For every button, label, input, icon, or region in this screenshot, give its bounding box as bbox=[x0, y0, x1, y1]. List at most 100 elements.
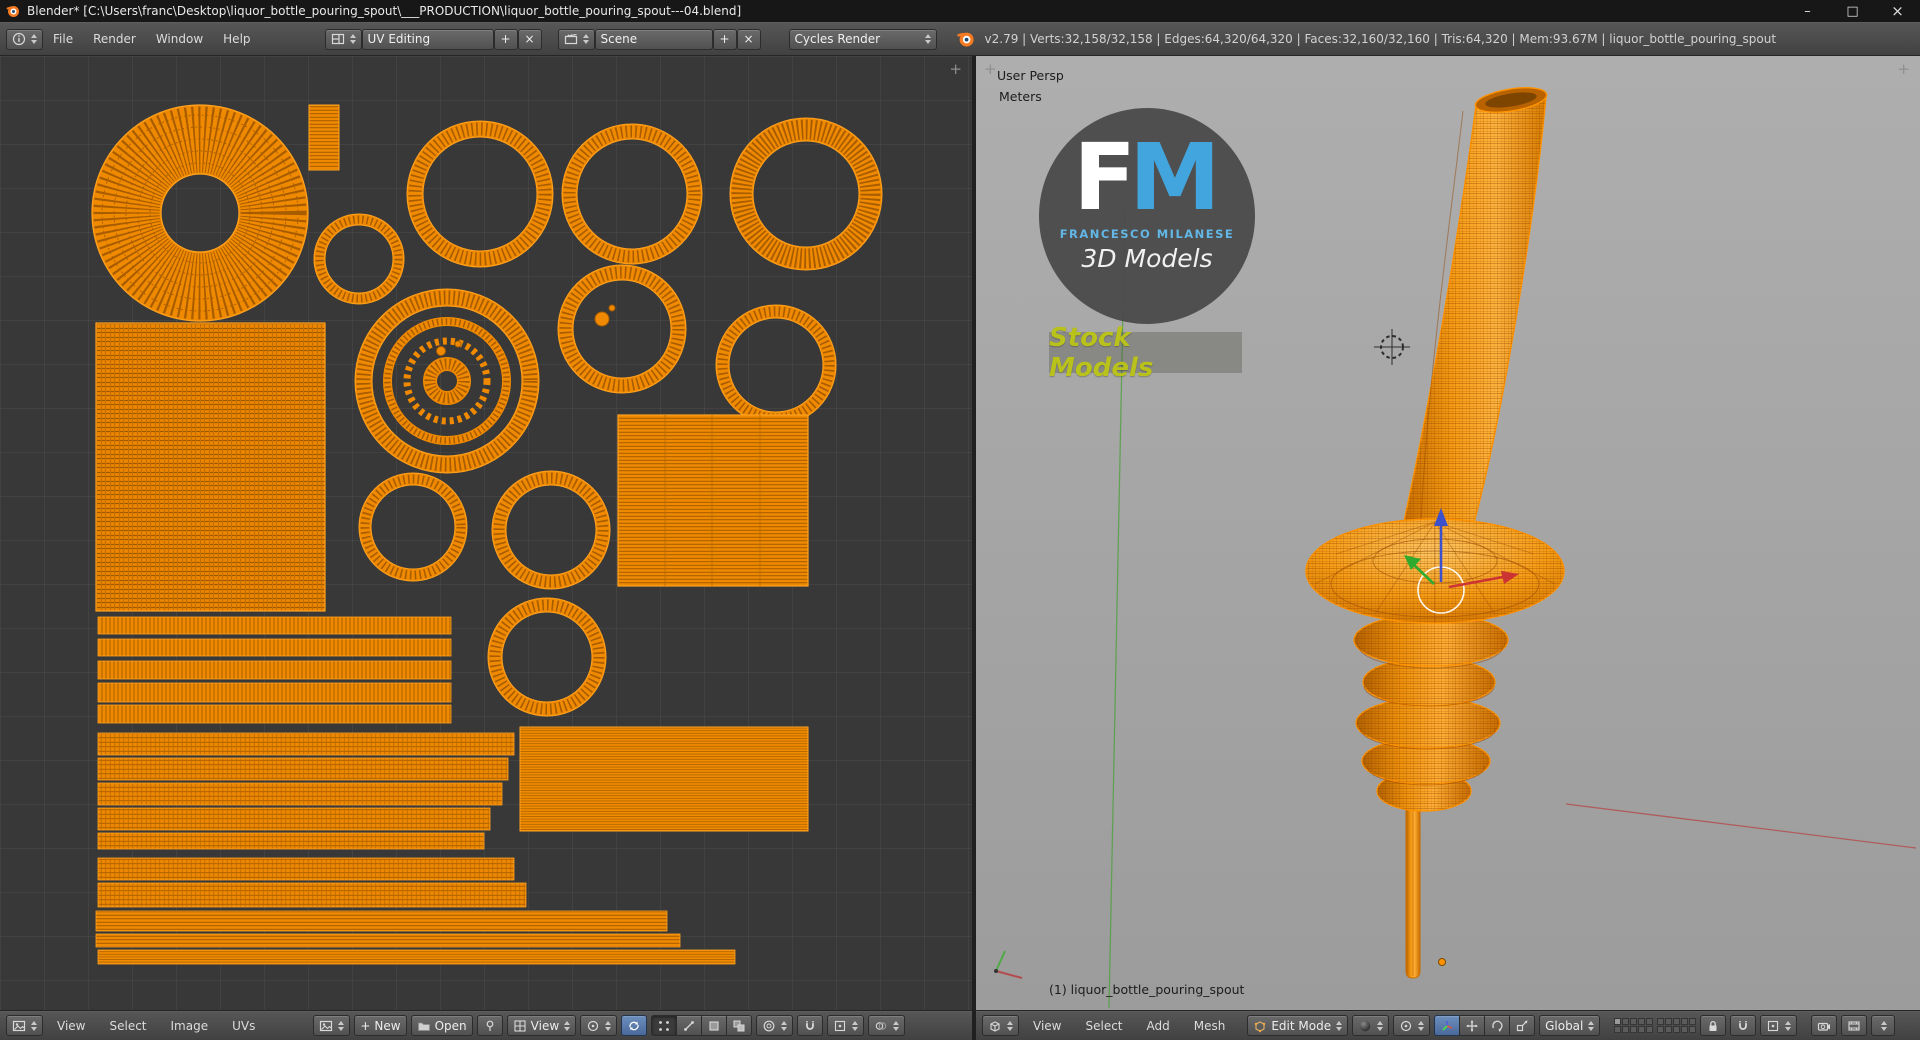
uv-island-ring[interactable] bbox=[491, 470, 611, 590]
uv-island-block[interactable] bbox=[519, 726, 809, 832]
viewport-header: View Select Add Mesh Edit Mode Global bbox=[976, 1010, 1920, 1040]
object-origin-dot bbox=[1438, 958, 1446, 966]
render-opengl-button[interactable] bbox=[1811, 1015, 1838, 1036]
maximize-button[interactable]: □ bbox=[1830, 0, 1875, 22]
expand-properties-icon[interactable]: + bbox=[1897, 62, 1910, 77]
open-image-button[interactable]: Open bbox=[410, 1015, 473, 1036]
uv-island-ring[interactable] bbox=[313, 213, 405, 305]
mode-dropdown[interactable]: Edit Mode bbox=[1247, 1015, 1349, 1036]
expand-toolbar-icon[interactable]: + bbox=[984, 62, 997, 77]
pivot-center-dropdown[interactable] bbox=[1393, 1015, 1431, 1036]
snap-toggle-button[interactable] bbox=[797, 1015, 824, 1036]
header-overflow-stepper[interactable] bbox=[1871, 1015, 1896, 1036]
uv-island-ring[interactable] bbox=[729, 117, 883, 271]
layers-widget-right[interactable] bbox=[1657, 1018, 1697, 1033]
uv-island-ring[interactable] bbox=[715, 304, 837, 426]
snap-element-dropdown[interactable] bbox=[827, 1015, 865, 1036]
uv-island-strip[interactable] bbox=[308, 104, 340, 171]
screen-layout-field[interactable]: UV Editing bbox=[361, 28, 494, 50]
window-title: Blender* [C:\Users\franc\Desktop\liquor_… bbox=[27, 4, 742, 18]
editor-type-button-info[interactable] bbox=[6, 28, 43, 50]
editing-context-dropdown[interactable]: View bbox=[506, 1015, 577, 1036]
manipulator-toggle-button[interactable] bbox=[1434, 1015, 1461, 1036]
vp-menu-view[interactable]: View bbox=[1023, 1011, 1071, 1040]
delete-layout-button[interactable]: × bbox=[517, 28, 542, 50]
uv-menu-uvs[interactable]: UVs bbox=[222, 1011, 265, 1040]
proportional-icon bbox=[763, 1020, 775, 1031]
uv-canvas[interactable] bbox=[0, 56, 976, 1010]
menu-render[interactable]: Render bbox=[83, 23, 146, 55]
scene-browse[interactable] bbox=[557, 28, 595, 50]
stepper-arrows bbox=[1588, 1020, 1595, 1031]
select-mode-vertex-button[interactable] bbox=[651, 1015, 678, 1036]
manipulator-translate-button[interactable] bbox=[1459, 1015, 1486, 1036]
lock-to-scene-button[interactable] bbox=[1700, 1015, 1727, 1036]
rotate-icon bbox=[1492, 1020, 1503, 1032]
pin-image-button[interactable] bbox=[476, 1015, 503, 1036]
vp-menu-add[interactable]: Add bbox=[1137, 1011, 1180, 1040]
uv-island-block[interactable] bbox=[95, 322, 326, 612]
menu-file[interactable]: File bbox=[43, 23, 83, 55]
orientation-dropdown[interactable]: Global bbox=[1539, 1015, 1601, 1036]
uv-island-bottom-bars[interactable] bbox=[95, 857, 736, 965]
uv-island-ring-dot[interactable] bbox=[557, 264, 687, 394]
uv-island-ring[interactable] bbox=[358, 472, 468, 582]
add-scene-button[interactable]: + bbox=[712, 28, 737, 50]
uv-island-ring[interactable] bbox=[561, 123, 703, 265]
select-mode-edge-button[interactable] bbox=[676, 1015, 703, 1036]
render-opengl-anim-button[interactable] bbox=[1841, 1015, 1868, 1036]
image-editor-icon bbox=[12, 1020, 26, 1031]
snap-toggle-button-3d[interactable] bbox=[1730, 1015, 1757, 1036]
screen-layout-browse[interactable] bbox=[324, 28, 362, 50]
editor-type-button-uv[interactable] bbox=[6, 1015, 43, 1036]
viewport-shading-dropdown[interactable] bbox=[1352, 1015, 1390, 1036]
stepper-arrows bbox=[338, 1020, 345, 1031]
image-browse-button[interactable] bbox=[313, 1015, 351, 1036]
vp-menu-select[interactable]: Select bbox=[1075, 1011, 1132, 1040]
uv-island-donut[interactable] bbox=[91, 104, 309, 322]
draw-channels-dropdown[interactable] bbox=[868, 1015, 906, 1036]
add-layout-button[interactable]: + bbox=[493, 28, 518, 50]
vp-menu-mesh[interactable]: Mesh bbox=[1184, 1011, 1236, 1040]
uv-island-block[interactable] bbox=[617, 414, 809, 587]
snap-element-dropdown-3d[interactable] bbox=[1760, 1015, 1798, 1036]
pivot-dropdown[interactable] bbox=[580, 1015, 618, 1036]
film-icon bbox=[1848, 1020, 1860, 1031]
manipulator-scale-button[interactable] bbox=[1509, 1015, 1536, 1036]
stepper-arrows bbox=[605, 1020, 612, 1031]
uv-image-editor[interactable]: + bbox=[0, 56, 976, 1010]
editor-type-button-3d[interactable] bbox=[982, 1015, 1019, 1036]
select-mode-island-button[interactable] bbox=[726, 1015, 753, 1036]
menu-window[interactable]: Window bbox=[146, 23, 213, 55]
uv-island-bars[interactable] bbox=[97, 616, 452, 724]
magnet-icon bbox=[806, 1020, 815, 1030]
manipulator-rotate-button[interactable] bbox=[1484, 1015, 1511, 1036]
uv-sync-select-toggle[interactable] bbox=[621, 1015, 648, 1036]
delete-scene-button[interactable]: × bbox=[736, 28, 761, 50]
viewport-3d[interactable]: + + User Persp Meters (1) liquor_bottle_… bbox=[976, 56, 1920, 1010]
blender-logo-icon bbox=[956, 30, 975, 48]
uv-island-bullseye[interactable] bbox=[354, 288, 540, 474]
menu-help[interactable]: Help bbox=[213, 23, 260, 55]
render-engine-dropdown[interactable]: Cycles Render bbox=[788, 28, 937, 50]
uv-menu-view[interactable]: View bbox=[47, 1011, 95, 1040]
uv-menu-image[interactable]: Image bbox=[161, 1011, 219, 1040]
new-image-button[interactable]: + New bbox=[354, 1015, 407, 1036]
edit-mode-icon bbox=[1255, 1020, 1266, 1032]
uv-island-ring[interactable] bbox=[406, 120, 554, 268]
proportional-edit-dropdown[interactable] bbox=[756, 1015, 794, 1036]
select-mode-face-button[interactable] bbox=[701, 1015, 728, 1036]
render-engine-value: Cycles Render bbox=[794, 32, 881, 46]
uv-island-hatch-rows[interactable] bbox=[97, 732, 515, 850]
main-area: + + + User Persp Meters (1) liquor_bottl… bbox=[0, 56, 1920, 1010]
uv-menu-select[interactable]: Select bbox=[99, 1011, 156, 1040]
units-label: Meters bbox=[999, 89, 1042, 104]
stepper-arrows bbox=[31, 34, 37, 44]
minimize-button[interactable]: – bbox=[1785, 0, 1830, 22]
layers-widget-left[interactable] bbox=[1614, 1018, 1654, 1033]
uv-island-ring[interactable] bbox=[487, 597, 607, 717]
close-button[interactable]: × bbox=[1875, 0, 1920, 22]
expand-region-icon[interactable]: + bbox=[949, 62, 962, 77]
spout-model[interactable] bbox=[1305, 84, 1565, 979]
scene-field[interactable]: Scene bbox=[594, 28, 713, 50]
